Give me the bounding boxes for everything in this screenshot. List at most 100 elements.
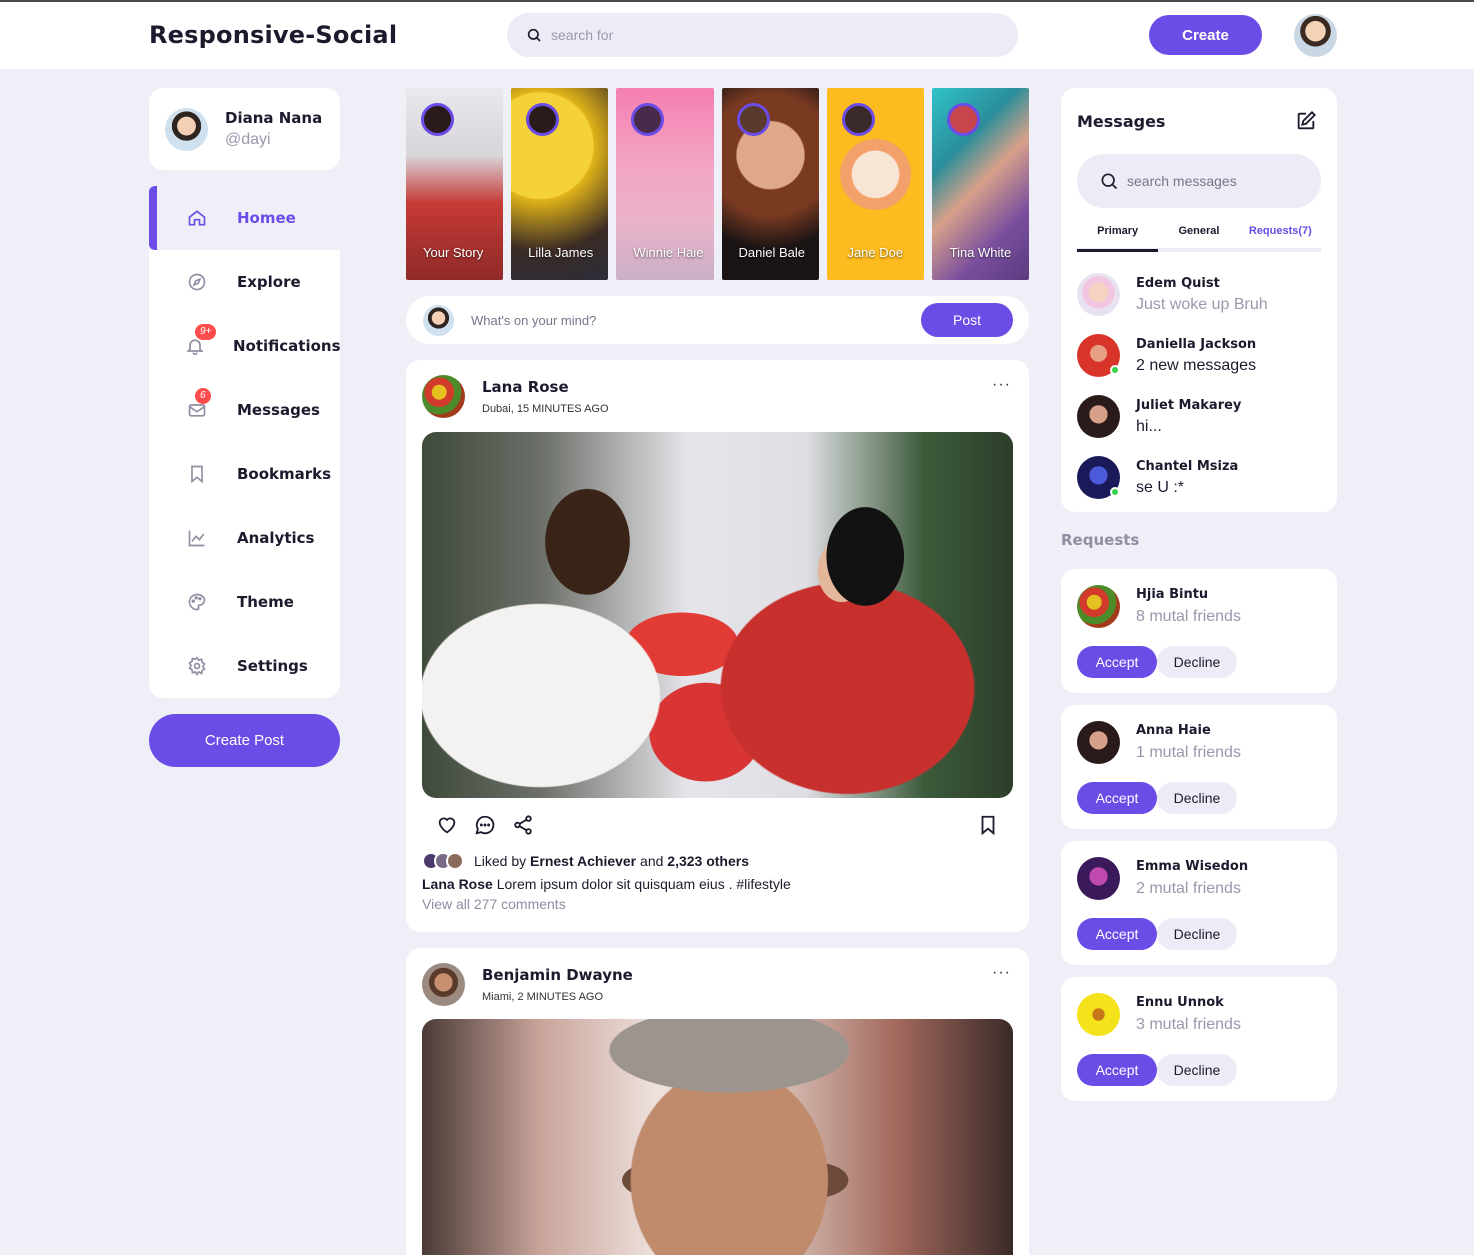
liked-by-name[interactable]: Ernest Achiever <box>530 853 636 869</box>
post-input[interactable] <box>471 312 901 328</box>
liked-by: Liked by Ernest Achiever and 2,323 other… <box>422 852 749 870</box>
friend-request-card: Hjia Bintu 8 mutal friends Accept Declin… <box>1061 569 1337 693</box>
search-bar[interactable] <box>507 13 1018 57</box>
avatar <box>446 852 464 870</box>
sidebar-item-bookmarks[interactable]: Bookmarks <box>149 442 340 506</box>
comment-icon[interactable] <box>474 814 496 836</box>
feed-post: Lana Rose Dubai, 15 MINUTES AGO ··· Like… <box>406 360 1029 932</box>
decline-button[interactable]: Decline <box>1157 918 1237 950</box>
message-item[interactable]: Chantel Msiza se U :* <box>1077 447 1321 508</box>
message-tabs: Primary General Requests(7) <box>1077 220 1321 252</box>
sidebar-item-label: Analytics <box>237 529 315 547</box>
story-card[interactable]: Daniel Bale <box>721 88 819 280</box>
avatar[interactable] <box>422 375 465 418</box>
profile-avatar[interactable] <box>1294 14 1337 57</box>
sidebar-item-analytics[interactable]: Analytics <box>149 506 340 570</box>
messages-title: Messages <box>1077 112 1166 131</box>
sidebar-item-explore[interactable]: Explore <box>149 250 340 314</box>
tab-general[interactable]: General <box>1158 220 1239 248</box>
heart-icon[interactable] <box>436 814 458 836</box>
edit-icon[interactable] <box>1295 110 1317 132</box>
more-options-icon[interactable]: ··· <box>992 964 1011 982</box>
sidebar-item-home[interactable]: Homee <box>149 186 340 250</box>
share-icon[interactable] <box>512 814 534 836</box>
feed-header: Benjamin Dwayne Miami, 2 MINUTES AGO <box>422 963 633 1006</box>
mutual-friends: 2 mutal friends <box>1136 880 1241 897</box>
profile-card[interactable]: Diana Nana @dayi <box>149 88 340 170</box>
accept-button[interactable]: Accept <box>1077 782 1157 814</box>
sidebar-item-messages[interactable]: 6 Messages <box>149 378 340 442</box>
create-post-button[interactable]: Create Post <box>149 714 340 767</box>
avatar[interactable] <box>1077 857 1120 900</box>
more-options-icon[interactable]: ··· <box>992 376 1011 394</box>
sidebar-item-notifications[interactable]: 9+ Notifications <box>149 314 341 378</box>
story-name: Winnie Haie <box>633 245 704 260</box>
avatar <box>1077 273 1120 316</box>
feed-caption: Lana Rose Lorem ipsum dolor sit quisquam… <box>422 876 791 892</box>
story-name: Tina White <box>949 245 1012 260</box>
message-sender: Daniella Jackson <box>1136 336 1257 352</box>
avatar <box>1077 395 1120 438</box>
tab-requests[interactable]: Requests(7) <box>1240 220 1321 248</box>
tab-primary[interactable]: Primary <box>1077 220 1159 252</box>
liked-others[interactable]: 2,323 others <box>667 853 749 869</box>
decline-button[interactable]: Decline <box>1157 782 1237 814</box>
avatar[interactable] <box>1077 721 1120 764</box>
decline-button[interactable]: Decline <box>1157 646 1237 678</box>
compass-icon <box>185 270 209 294</box>
view-comments-link[interactable]: View all 277 comments <box>422 896 566 912</box>
story-avatar <box>946 103 980 136</box>
avatar <box>165 107 208 151</box>
accept-button[interactable]: Accept <box>1077 1054 1157 1086</box>
profile-name: Diana Nana <box>225 109 323 127</box>
message-search-input[interactable] <box>1127 173 1307 189</box>
sidebar-item-theme[interactable]: Theme <box>149 570 340 634</box>
story-card[interactable]: Lilla James <box>511 88 609 280</box>
home-icon <box>185 206 209 230</box>
message-item[interactable]: Juliet Makarey hi... <box>1077 386 1321 447</box>
avatar[interactable] <box>422 963 465 1006</box>
sidebar-item-label: Messages <box>237 401 320 419</box>
message-search-bar[interactable] <box>1077 154 1321 208</box>
request-name[interactable]: Anna Haie <box>1136 723 1241 738</box>
bookmark-icon[interactable] <box>977 814 999 836</box>
story-card[interactable]: Jane Doe <box>826 88 924 280</box>
avatar[interactable] <box>1077 993 1120 1036</box>
story-card[interactable]: Winnie Haie <box>616 88 714 280</box>
message-item[interactable]: Edem Quist Just woke up Bruh <box>1077 264 1321 325</box>
message-item[interactable]: Daniella Jackson 2 new messages <box>1077 325 1321 386</box>
sidebar-item-label: Notifications <box>233 337 341 355</box>
request-name[interactable]: Emma Wisedon <box>1136 859 1248 874</box>
story-card[interactable]: Tina White <box>931 88 1030 280</box>
create-button[interactable]: Create <box>1149 15 1262 55</box>
caption-author[interactable]: Lana Rose <box>422 876 493 892</box>
decline-button[interactable]: Decline <box>1157 1054 1237 1086</box>
notification-badge: 9+ <box>195 324 217 340</box>
feed-author[interactable]: Lana Rose <box>482 378 609 396</box>
story-avatar <box>841 103 875 136</box>
liked-and: and <box>640 853 664 869</box>
messages-panel: Messages Primary General Requests(7) Ede… <box>1061 88 1337 512</box>
logo[interactable]: Responsive-Social <box>149 21 397 49</box>
mutual-friends: 3 mutal friends <box>1136 1016 1241 1033</box>
feed-photo[interactable] <box>422 1019 1013 1255</box>
request-name[interactable]: Hjia Bintu <box>1136 587 1241 602</box>
feed-photo[interactable] <box>422 432 1013 798</box>
story-card[interactable]: Your Story <box>406 88 504 280</box>
accept-button[interactable]: Accept <box>1077 918 1157 950</box>
post-button[interactable]: Post <box>921 303 1013 337</box>
feed-location: Dubai, 15 MINUTES AGO <box>482 403 609 415</box>
message-preview: 2 new messages <box>1136 356 1257 374</box>
feed-author[interactable]: Benjamin Dwayne <box>482 966 633 984</box>
request-name[interactable]: Ennu Unnok <box>1136 995 1241 1010</box>
top-navbar: Responsive-Social Create <box>0 2 1474 69</box>
sidebar-item-settings[interactable]: Settings <box>149 634 340 698</box>
liked-prefix: Liked by <box>474 853 527 869</box>
message-sender: Juliet Makarey <box>1136 397 1242 413</box>
story-name: Your Story <box>423 245 484 260</box>
avatar[interactable] <box>1077 585 1120 628</box>
search-input[interactable] <box>551 27 971 43</box>
search-icon <box>1101 173 1118 190</box>
story-name: Daniel Bale <box>738 245 806 260</box>
accept-button[interactable]: Accept <box>1077 646 1157 678</box>
